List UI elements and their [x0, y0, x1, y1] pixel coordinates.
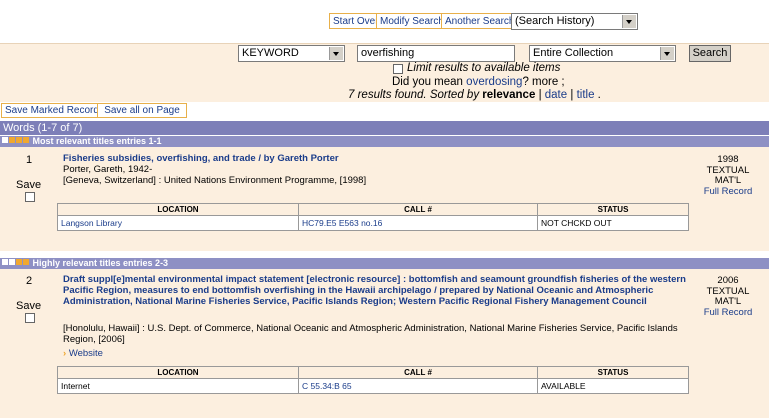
search-button[interactable]: Search [689, 45, 731, 62]
result-publication: [Geneva, Switzerland] : United Nations E… [63, 175, 367, 186]
did-you-mean-prefix: Did you mean [392, 76, 463, 88]
save-label: Save [16, 300, 42, 312]
start-over-button[interactable]: Start Over [329, 13, 383, 29]
result-year: 1998 [717, 154, 739, 165]
group-label: Highly relevant titles entries 2-3 [32, 258, 169, 268]
result-meta: 1998 TEXTUAL MAT'L Full Record [693, 154, 763, 198]
result-type: TEXTUAL MAT'L [706, 164, 750, 186]
relevance-icon [0, 258, 30, 268]
holdings-header-call: CALL # [298, 203, 538, 216]
sort-date-link[interactable]: date [545, 89, 567, 101]
search-query: overfishing [361, 47, 415, 59]
result-number: 2 [26, 275, 33, 287]
save-all-on-page-button[interactable]: Save all on Page [97, 103, 187, 118]
search-history-value: (Search History) [515, 15, 595, 27]
chevron-down-icon [660, 47, 674, 60]
did-you-mean-suffix: ? more ; [522, 76, 565, 88]
sort-separator: | [538, 89, 542, 101]
holding-status: NOT CHCKD OUT [537, 215, 689, 231]
results-count: 7 results found. [348, 89, 427, 101]
results-header: Words (1-7 of 7) [0, 121, 769, 135]
website-label: Website [68, 348, 103, 359]
holding-location: Internet [57, 378, 299, 394]
holding-status: AVAILABLE [537, 378, 689, 394]
sort-title-link[interactable]: title [577, 89, 595, 101]
another-search-button[interactable]: Another Search [441, 13, 519, 29]
holdings-header-location: LOCATION [57, 366, 299, 379]
holdings-header-status: STATUS [537, 366, 689, 379]
search-field-select[interactable]: KEYWORD [238, 45, 345, 62]
save-checkbox[interactable] [25, 313, 35, 323]
table-row: Langson Library HC79.E5 E563 no.16 NOT C… [57, 215, 689, 231]
holdings-table: LOCATION CALL # STATUS Langson Library H… [57, 203, 689, 231]
result-number: 1 [26, 154, 33, 166]
scope-select[interactable]: Entire Collection [529, 45, 676, 62]
sort-end: . [597, 89, 601, 101]
holding-location-link[interactable]: Langson Library [57, 215, 299, 231]
search-history-select[interactable]: (Search History) [511, 13, 638, 30]
search-field-value: KEYWORD [242, 47, 299, 59]
chevron-down-icon [329, 47, 343, 60]
group-header: Most relevant titles entries 1-1 [0, 136, 769, 147]
limit-available-checkbox[interactable] [393, 64, 403, 74]
search-input[interactable]: overfishing [357, 45, 515, 62]
result-title-link[interactable]: Fisheries subsidies, overfishing, and tr… [63, 153, 663, 164]
holdings-header-row: LOCATION CALL # STATUS [57, 203, 689, 216]
result-year: 2006 [717, 275, 739, 286]
holdings-header-row: LOCATION CALL # STATUS [57, 366, 689, 379]
sorted-by-label: Sorted by [429, 89, 480, 101]
holding-call-number-link[interactable]: C 55.34:B 65 [298, 378, 538, 394]
website-link[interactable]: › Website [63, 348, 103, 359]
table-row: Internet C 55.34:B 65 AVAILABLE [57, 378, 689, 394]
sort-relevance: relevance [482, 89, 536, 101]
full-record-link[interactable]: Full Record [693, 186, 763, 198]
full-record-link[interactable]: Full Record [693, 307, 763, 319]
holdings-header-location: LOCATION [57, 203, 299, 216]
result-author: Porter, Gareth, 1942- [63, 164, 153, 175]
holdings-table: LOCATION CALL # STATUS Internet C 55.34:… [57, 366, 689, 394]
chevron-right-icon: › [63, 348, 67, 359]
result-title-link[interactable]: Draft suppl[e]mental environmental impac… [63, 274, 688, 307]
holdings-header-status: STATUS [537, 203, 689, 216]
result-publication: [Honolulu, Hawaii] : U.S. Dept. of Comme… [63, 323, 678, 345]
scope-value: Entire Collection [533, 47, 614, 59]
save-checkbox[interactable] [25, 192, 35, 202]
holdings-header-call: CALL # [298, 366, 538, 379]
save-marked-records-button[interactable]: Save Marked Records [1, 103, 108, 118]
limit-available-label: Limit results to available items [407, 62, 561, 74]
relevance-icon [0, 136, 30, 146]
sort-separator: | [570, 89, 574, 101]
did-you-mean: Did you mean overdosing? more ; [392, 76, 565, 88]
holding-call-number-link[interactable]: HC79.E5 E563 no.16 [298, 215, 538, 231]
modify-search-button[interactable]: Modify Search [376, 13, 448, 29]
group-label: Most relevant titles entries 1-1 [32, 136, 162, 146]
results-summary: 7 results found. Sorted by relevance | d… [348, 89, 601, 101]
save-label: Save [16, 179, 42, 191]
suggestion-link[interactable]: overdosing [466, 76, 522, 88]
group-header: Highly relevant titles entries 2-3 [0, 258, 769, 269]
chevron-down-icon [622, 15, 636, 28]
result-meta: 2006 TEXTUAL MAT'L Full Record [693, 275, 763, 319]
result-type: TEXTUAL MAT'L [706, 285, 750, 307]
